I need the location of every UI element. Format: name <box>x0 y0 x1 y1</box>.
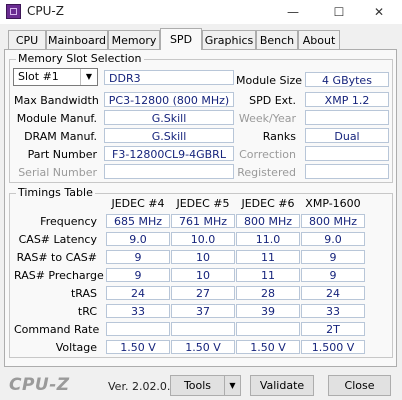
week-year-value <box>305 110 389 125</box>
ranks-label: Ranks <box>262 130 296 143</box>
timing-cell: 9.0 <box>106 232 170 246</box>
part-number-label: Part Number <box>27 148 97 161</box>
close-window-button[interactable]: ✕ <box>356 0 402 24</box>
slot-select-value: Slot #1 <box>18 70 59 83</box>
validate-button[interactable]: Validate <box>250 375 314 396</box>
timing-cell: 37 <box>171 304 235 318</box>
max-bandwidth-label: Max Bandwidth <box>14 94 99 107</box>
timing-cell: 28 <box>236 286 300 300</box>
timing-cell <box>236 322 300 336</box>
registered-value <box>305 164 389 179</box>
timing-cell: 800 MHz <box>236 214 300 228</box>
timing-cell: 9 <box>106 268 170 282</box>
timing-cell: 33 <box>301 304 365 318</box>
correction-label: Correction <box>239 148 296 161</box>
timing-cell: 10 <box>171 250 235 264</box>
timing-cell: 9.0 <box>301 232 365 246</box>
timings-column-header: JEDEC #5 <box>176 197 230 210</box>
close-button[interactable]: Close <box>328 375 391 396</box>
timing-cell: 1.500 V <box>301 340 365 354</box>
timing-row-label: tRAS <box>70 287 97 300</box>
timing-cell <box>171 322 235 336</box>
timing-cell: 1.50 V <box>236 340 300 354</box>
timing-cell: 11 <box>236 250 300 264</box>
timing-cell: 2T <box>301 322 365 336</box>
timing-row-label: Voltage <box>55 341 97 354</box>
chevron-down-icon: ▼ <box>229 381 236 390</box>
module-size-value: 4 GBytes <box>305 72 389 87</box>
window-title: CPU-Z <box>27 4 64 18</box>
timing-row-label: CAS# Latency <box>18 233 97 246</box>
dram-manuf-value: G.Skill <box>104 128 234 143</box>
max-bandwidth-value: PC3-12800 (800 MHz) <box>104 92 234 107</box>
timing-cell: 24 <box>106 286 170 300</box>
timing-row-label: Frequency <box>40 215 97 228</box>
timing-cell: 9 <box>301 250 365 264</box>
tab-spd[interactable]: SPD <box>160 28 202 50</box>
timing-cell: 1.50 V <box>106 340 170 354</box>
ranks-value: Dual <box>305 128 389 143</box>
module-size-label: Module Size <box>236 74 303 87</box>
minimize-button[interactable]: — <box>270 0 316 24</box>
timing-cell: 39 <box>236 304 300 318</box>
timing-cell: 10 <box>171 268 235 282</box>
module-manuf-value: G.Skill <box>104 110 234 125</box>
chevron-down-icon: ▼ <box>80 69 97 85</box>
timing-cell: 11.0 <box>236 232 300 246</box>
tab-graphics[interactable]: Graphics <box>202 30 256 49</box>
spd-ext-label: SPD Ext. <box>249 94 296 107</box>
correction-value <box>305 146 389 161</box>
timing-cell: 9 <box>106 250 170 264</box>
serial-number-label: Serial Number <box>18 166 97 179</box>
timing-cell: 761 MHz <box>171 214 235 228</box>
timing-cell <box>106 322 170 336</box>
timing-cell: 10.0 <box>171 232 235 246</box>
slot-select[interactable]: Slot #1 ▼ <box>13 68 98 86</box>
title-bar: CPU-Z — ☐ ✕ <box>0 0 402 24</box>
timing-row-label: RAS# Precharge <box>14 269 104 282</box>
timings-group-title: Timings Table <box>16 186 95 199</box>
tab-memory[interactable]: Memory <box>108 30 160 49</box>
timing-cell: 27 <box>171 286 235 300</box>
timings-column-header: XMP-1600 <box>305 197 361 210</box>
tools-dropdown-button[interactable]: ▼ <box>224 375 241 396</box>
timings-column-header: JEDEC #6 <box>241 197 295 210</box>
timing-cell: 1.50 V <box>171 340 235 354</box>
dram-manuf-label: DRAM Manuf. <box>24 130 97 143</box>
cpu-z-brand-logo: CPU-Z <box>9 375 70 395</box>
timing-cell: 33 <box>106 304 170 318</box>
spd-ext-value: XMP 1.2 <box>305 92 389 107</box>
timing-row-label: Command Rate <box>14 323 100 336</box>
timing-cell: 9 <box>301 268 365 282</box>
part-number-value: F3-12800CL9-4GBRL <box>104 146 234 161</box>
timing-cell: 800 MHz <box>301 214 365 228</box>
tools-button[interactable]: Tools <box>170 375 225 396</box>
week-year-label: Week/Year <box>238 112 296 125</box>
tab-bench[interactable]: Bench <box>256 30 298 49</box>
serial-number-value <box>104 164 234 179</box>
cpu-z-app-icon <box>6 4 21 19</box>
memory-type-value: DDR3 <box>104 70 234 85</box>
timings-column-header: JEDEC #4 <box>111 197 165 210</box>
timing-cell: 24 <box>301 286 365 300</box>
registered-label: Registered <box>237 166 296 179</box>
memory-slot-group-title: Memory Slot Selection <box>16 52 144 65</box>
tab-cpu[interactable]: CPU <box>8 30 46 49</box>
timing-cell: 11 <box>236 268 300 282</box>
timing-row-label: tRC <box>77 305 97 318</box>
tab-mainboard[interactable]: Mainboard <box>46 30 108 49</box>
timing-row-label: RAS# to CAS# <box>16 251 97 264</box>
tab-about[interactable]: About <box>298 30 340 49</box>
timing-cell: 685 MHz <box>106 214 170 228</box>
module-manuf-label: Module Manuf. <box>16 112 97 125</box>
